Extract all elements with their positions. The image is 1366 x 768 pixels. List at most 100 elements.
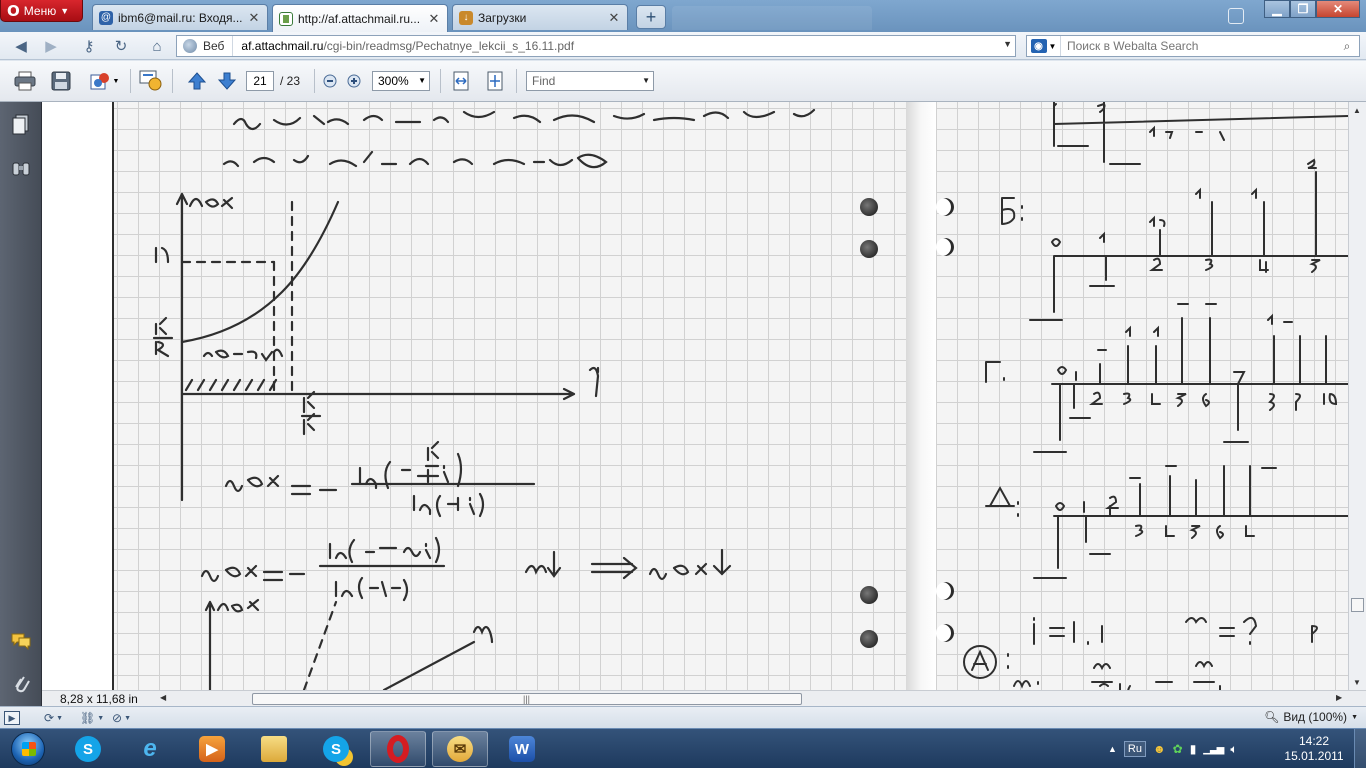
sync-button[interactable]: ⟳ ▼ xyxy=(44,710,63,726)
taskbar-ie[interactable]: e xyxy=(122,731,178,767)
handwritten-notes-image xyxy=(152,108,816,690)
speedometer-icon: ⊘ xyxy=(112,711,123,725)
close-icon[interactable]: ✕ xyxy=(607,10,621,26)
turbo-button[interactable]: ⊘ ▼ xyxy=(112,710,131,726)
document-viewport[interactable] xyxy=(42,102,1348,690)
vertical-scrollbar[interactable]: ▲ ▼ xyxy=(1348,102,1366,690)
back-button[interactable]: ◀ xyxy=(8,35,34,57)
taskbar-media-player[interactable]: ▶ xyxy=(184,731,240,767)
panel-icon: ▶ xyxy=(4,711,20,725)
tab-pdf[interactable]: http://af.attachmail.ru... ✕ xyxy=(272,4,448,32)
fit-width-button[interactable] xyxy=(448,69,474,93)
attachments-button[interactable] xyxy=(10,672,32,694)
find-box[interactable]: Find ▼ xyxy=(526,71,654,91)
home-button[interactable]: ⌂ xyxy=(144,35,170,57)
key-icon: ⚷ xyxy=(83,38,95,55)
horizontal-scroll-thumb[interactable]: ||| xyxy=(252,693,802,705)
scroll-down-icon[interactable]: ▼ xyxy=(1353,678,1361,687)
tab-title: ibm6@mail.ru: Входя... xyxy=(118,10,242,25)
taskbar-mail-agent[interactable]: ✉ xyxy=(432,731,488,767)
close-icon[interactable]: ✕ xyxy=(247,10,261,26)
opera-menu-button[interactable]: O Меню ▼ xyxy=(0,0,83,22)
chevron-down-icon[interactable]: ▼ xyxy=(1003,39,1012,49)
taskbar-word[interactable]: W xyxy=(494,731,550,767)
separator xyxy=(440,69,441,93)
new-tab-button[interactable]: + xyxy=(636,5,666,29)
search-engine-selector[interactable]: ◉ ▼ xyxy=(1027,36,1061,56)
zoom-in-button[interactable] xyxy=(344,69,364,93)
search-engine-icon: ◉ xyxy=(1030,39,1047,53)
start-button[interactable] xyxy=(2,730,54,768)
forward-button[interactable]: ▶ xyxy=(38,35,64,57)
disk-icon xyxy=(51,71,71,91)
scroll-right-icon[interactable]: ▶ xyxy=(1336,693,1342,702)
scroll-left-icon[interactable]: ◀ xyxy=(160,693,166,702)
comments-button[interactable] xyxy=(10,630,32,652)
taskbar-explorer[interactable] xyxy=(246,731,302,767)
taskbar-skype[interactable]: S xyxy=(60,731,116,767)
scroll-up-icon[interactable]: ▲ xyxy=(1353,106,1361,115)
previous-page-button[interactable] xyxy=(184,69,210,93)
zoom-out-button[interactable] xyxy=(320,69,340,93)
show-desktop-button[interactable] xyxy=(1354,729,1366,768)
fit-page-icon xyxy=(487,71,503,91)
page-number-input[interactable] xyxy=(246,71,274,91)
close-window-button[interactable]: ✕ xyxy=(1316,0,1360,18)
close-icon[interactable]: ✕ xyxy=(427,11,441,27)
collaborate-button[interactable] xyxy=(138,69,164,93)
fit-page-button[interactable] xyxy=(482,69,508,93)
share-button[interactable]: ▼ xyxy=(86,69,122,93)
page-icon xyxy=(279,11,293,26)
web-label: Веб xyxy=(203,39,225,53)
signal-icon[interactable]: ▁▃▅ xyxy=(1203,744,1224,755)
folder-icon xyxy=(261,736,287,762)
page-dimensions: 8,28 x 11,68 in xyxy=(60,692,138,706)
view-zoom-label: Вид (100%) xyxy=(1283,710,1348,724)
panels-toggle[interactable]: ▶ xyxy=(4,710,20,726)
comment-icon xyxy=(11,633,31,650)
save-button[interactable] xyxy=(48,69,74,93)
separator xyxy=(516,69,517,93)
scroll-thumb[interactable] xyxy=(1351,598,1364,612)
print-button[interactable] xyxy=(12,69,38,93)
tab-mail[interactable]: @ ibm6@mail.ru: Входя... ✕ xyxy=(92,4,268,30)
address-field[interactable]: Веб af.attachmail.ru/cgi-bin/readmsg/Pec… xyxy=(176,35,1016,57)
next-page-button[interactable] xyxy=(214,69,240,93)
collaborate-icon xyxy=(139,70,162,91)
skype-sun-icon: S xyxy=(323,736,349,762)
page-total: / 23 xyxy=(280,74,301,88)
tab-title: http://af.attachmail.ru... xyxy=(298,11,421,26)
volume-icon[interactable]: 🔈︎ xyxy=(1230,742,1237,757)
tab-downloads[interactable]: ↓ Загрузки ✕ xyxy=(452,4,628,30)
tray-expand-icon[interactable]: ▲ xyxy=(1108,744,1117,754)
search-icon[interactable]: ⌕ xyxy=(1335,36,1359,56)
attachments-view-button[interactable] xyxy=(10,158,32,180)
taskbar: S e ▶ S ✉ W ▲ Ru ☻ ✿ ▮ ▁▃▅ 🔈︎ 14:22 15.0… xyxy=(0,728,1366,768)
minimize-button[interactable]: ▁ xyxy=(1264,0,1290,18)
reload-button[interactable]: ↻ xyxy=(108,35,134,57)
navigation-panel xyxy=(0,102,42,706)
url-host: af.attachmail.ru xyxy=(241,39,324,53)
taskbar-skype-alt[interactable]: S xyxy=(308,731,364,767)
chevron-down-icon: ▼ xyxy=(112,77,120,85)
zoom-select[interactable]: 300% ▼ xyxy=(372,71,430,91)
view-zoom[interactable]: 🔍︎ Вид (100%) ▼ xyxy=(1264,710,1358,724)
search-input[interactable] xyxy=(1061,39,1335,53)
taskbar-opera[interactable] xyxy=(370,731,426,767)
chevron-down-icon: ▼ xyxy=(1048,41,1057,51)
pages-panel-button[interactable] xyxy=(10,114,32,136)
maximize-button[interactable]: ❐ xyxy=(1290,0,1316,18)
paperclip-icon xyxy=(15,676,30,693)
clock[interactable]: 14:22 15.01.2011 xyxy=(1284,734,1344,764)
reload-icon: ↻ xyxy=(114,38,128,55)
key-button[interactable]: ⚷ xyxy=(76,35,102,57)
printer-icon xyxy=(14,71,36,91)
device-icon[interactable]: ▮ xyxy=(1190,742,1197,756)
trash-icon[interactable] xyxy=(1228,8,1244,24)
icq-icon[interactable]: ✿ xyxy=(1173,742,1183,756)
network-button[interactable]: ⛓ ▼ xyxy=(80,710,104,726)
language-indicator[interactable]: Ru xyxy=(1123,741,1146,757)
mail-agent-tray-icon[interactable]: ☻ xyxy=(1153,742,1166,756)
chevron-down-icon: ▼ xyxy=(1351,713,1358,721)
windows-logo-icon xyxy=(11,732,45,766)
